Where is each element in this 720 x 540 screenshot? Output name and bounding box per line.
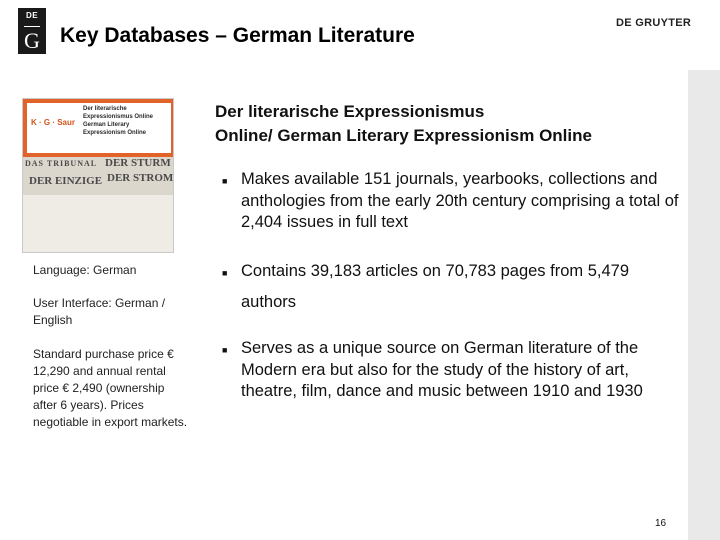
bullet-marker: ■ xyxy=(222,268,228,278)
right-margin-band xyxy=(688,70,720,540)
brand-wordmark: DE GRUYTER xyxy=(616,17,692,29)
logo-top-text: DE xyxy=(25,11,39,20)
cover-title-text: Der literarische Expressionismus Online … xyxy=(83,105,169,137)
database-heading: Der literarische Expressionismus Online/… xyxy=(215,100,675,148)
logo-bottom-text: G xyxy=(24,28,40,53)
cover-line: Der literarische xyxy=(83,106,127,112)
heading-line: Der literarische Expressionismus xyxy=(215,102,485,121)
bullet-text: Contains 39,183 articles on 70,783 pages… xyxy=(241,262,630,280)
slide-content: K · G · Saur Der literarische Expression… xyxy=(0,70,688,540)
bullet-text: Serves as a unique source on German lite… xyxy=(241,339,643,400)
cover-line: German Literary xyxy=(83,122,130,128)
cover-line: Expressionism Online xyxy=(83,130,147,136)
cover-publisher: K · G · Saur xyxy=(31,118,76,127)
bullet-marker: ■ xyxy=(222,345,228,355)
cover-journal-collage: DAS TRIBUNAL DER STURM DER EINZIGE DER S… xyxy=(23,157,174,195)
pricing-info: Standard purchase price € 12,290 and ann… xyxy=(33,347,188,429)
product-cover-image: K · G · Saur Der literarische Expression… xyxy=(22,98,174,253)
language-info: Language: German xyxy=(33,263,137,277)
interface-info: User Interface: German / English xyxy=(33,296,166,327)
collage-title: DER STURM xyxy=(105,157,171,169)
bullet-text-continued: authors xyxy=(241,293,297,311)
heading-line: Online/ German Literary Expressionism On… xyxy=(215,126,592,145)
slide-header: DE G Key Databases – German Literature D… xyxy=(0,0,720,70)
collage-title: DER EINZIGE xyxy=(29,175,103,187)
collage-title: DAS TRIBUNAL xyxy=(25,159,98,168)
page-number: 16 xyxy=(655,518,667,529)
logo-divider xyxy=(24,26,40,27)
cover-line: Expressionismus Online xyxy=(83,114,154,120)
cover-lower-area xyxy=(23,195,173,252)
de-gruyter-logo: DE G xyxy=(18,8,46,54)
slide-title: Key Databases – German Literature xyxy=(60,24,415,47)
collage-title: DER STROM xyxy=(107,172,174,184)
bullet-text: Makes available 151 journals, yearbooks,… xyxy=(241,170,679,231)
bullet-marker: ■ xyxy=(222,176,228,186)
